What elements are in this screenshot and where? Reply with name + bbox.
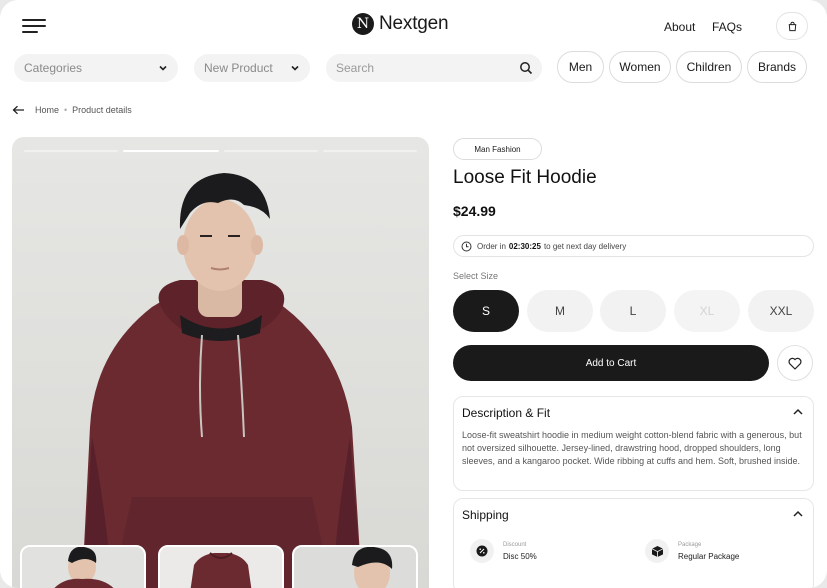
breadcrumb: Home • Product details — [12, 105, 132, 115]
delivery-countdown: 02:30:25 — [508, 241, 541, 251]
delivery-notice: Order in 02:30:25 to get next day delive… — [453, 235, 814, 257]
chevron-up-icon[interactable] — [792, 407, 804, 417]
chip-women[interactable]: Women — [609, 51, 671, 83]
package-icon — [645, 539, 669, 563]
logo-mark: N — [352, 13, 374, 35]
shipping-package: Package Regular Package — [645, 539, 739, 563]
chevron-up-icon[interactable] — [792, 509, 804, 519]
shipping-discount: Discount Disc 50% — [470, 539, 537, 563]
top-nav: N Nextgen About FAQs — [0, 0, 827, 52]
thumbnail-3[interactable] — [292, 545, 418, 588]
size-option-l[interactable]: L — [600, 290, 666, 332]
description-text: Loose-fit sweatshirt hoodie in medium we… — [462, 430, 802, 466]
breadcrumb-current: Product details — [72, 105, 132, 115]
new-product-select[interactable]: New Product — [194, 54, 310, 82]
chevron-down-icon — [291, 65, 299, 71]
search-icon[interactable] — [519, 61, 533, 75]
about-link[interactable]: About — [664, 20, 695, 34]
model-photo — [82, 173, 362, 588]
thumbnail-image — [294, 547, 416, 588]
categories-label: Categories — [24, 61, 83, 75]
shopping-bag-icon — [788, 21, 796, 31]
package-sublabel: Package — [678, 541, 702, 548]
categories-select[interactable]: Categories — [14, 54, 178, 82]
shipping-panel: Shipping Discount Disc 50% Package Regul… — [453, 498, 814, 588]
new-product-label: New Product — [204, 61, 273, 75]
search-input[interactable] — [336, 54, 506, 82]
hamburger-menu-icon[interactable] — [22, 19, 46, 33]
delivery-prefix: Order in — [477, 241, 506, 251]
add-to-cart-button[interactable]: Add to Cart — [453, 345, 769, 381]
discount-value: Disc 50% — [503, 551, 537, 561]
search-bar[interactable] — [326, 54, 542, 82]
delivery-suffix: to get next day delivery — [543, 241, 627, 251]
description-heading: Description & Fit — [462, 406, 551, 420]
product-price: $24.99 — [453, 203, 496, 219]
chip-men[interactable]: Men — [557, 51, 604, 83]
shipping-heading: Shipping — [462, 508, 509, 522]
chevron-down-icon — [159, 65, 167, 71]
app-frame: N Nextgen About FAQs Categories New Prod… — [0, 0, 827, 588]
shopping-bag-button[interactable] — [776, 12, 808, 40]
back-arrow-icon[interactable] — [12, 105, 25, 115]
discount-sublabel: Discount — [503, 541, 527, 548]
clock-icon — [461, 241, 472, 252]
size-option-m[interactable]: M — [527, 290, 593, 332]
thumbnail-image — [160, 547, 282, 588]
thumbnail-1[interactable] — [20, 545, 146, 588]
breadcrumb-home[interactable]: Home — [35, 105, 59, 115]
size-option-xl: XL — [674, 290, 740, 332]
product-image-gallery[interactable] — [12, 137, 429, 588]
thumbnail-2[interactable] — [158, 545, 284, 588]
faqs-link[interactable]: FAQs — [712, 20, 742, 34]
size-label: Select Size — [453, 271, 499, 281]
thumbnail-image — [22, 547, 144, 588]
product-title: Loose Fit Hoodie — [453, 167, 597, 188]
category-tag: Man Fashion — [453, 138, 542, 160]
brand-logo[interactable]: N Nextgen — [352, 13, 449, 35]
heart-icon — [788, 357, 802, 370]
package-value: Regular Package — [678, 551, 740, 561]
size-option-xxl[interactable]: XXL — [748, 290, 814, 332]
discount-icon — [470, 539, 494, 563]
chip-children[interactable]: Children — [676, 51, 742, 83]
chip-brands[interactable]: Brands — [747, 51, 807, 83]
description-panel: Description & Fit Loose-fit sweatshirt h… — [453, 396, 814, 491]
breadcrumb-separator: • — [64, 105, 68, 115]
wishlist-button[interactable] — [777, 345, 813, 381]
size-option-s[interactable]: S — [453, 290, 519, 332]
brand-name: Nextgen — [379, 13, 449, 34]
